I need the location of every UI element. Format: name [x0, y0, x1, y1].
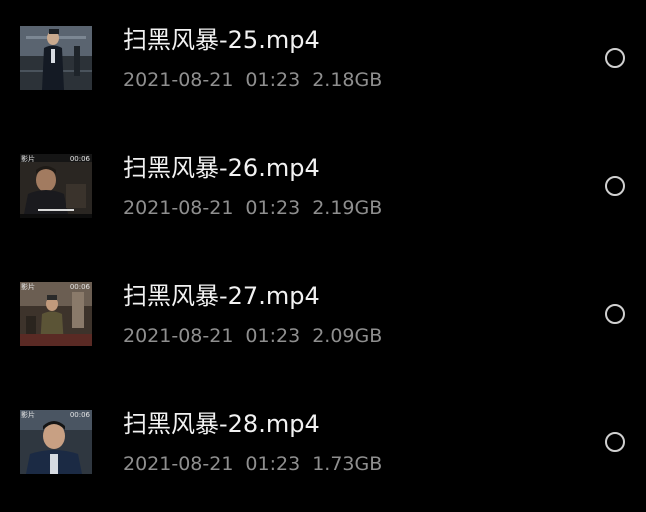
video-thumbnail[interactable]: [20, 26, 92, 90]
file-time: 01:23: [245, 69, 301, 91]
file-date: 2021-08-21: [123, 325, 234, 347]
file-row[interactable]: 影片 00:06 扫黑风暴-28.mp4 2021-08-21 01:23 1.73…: [0, 384, 646, 512]
video-thumbnail-image: [20, 282, 92, 346]
video-thumbnail[interactable]: 影片 00:06: [20, 282, 92, 346]
thumbnail-duration: 00:06: [69, 155, 90, 163]
select-radio-button[interactable]: [605, 48, 625, 68]
select-radio-button[interactable]: [605, 432, 625, 452]
thumbnail-duration: 00:06: [69, 411, 90, 419]
video-thumbnail[interactable]: 影片 00:06: [20, 410, 92, 474]
file-size: 2.19GB: [312, 197, 383, 219]
file-time: 01:23: [245, 325, 301, 347]
thumbnail-tag: 影片: [21, 411, 35, 419]
video-thumbnail-image: [20, 410, 92, 474]
file-name: 扫黑风暴-28.mp4: [123, 410, 320, 438]
video-thumbnail-image: [20, 26, 92, 90]
file-time: 01:23: [245, 453, 301, 475]
video-file-list: 扫黑风暴-25.mp4 2021-08-21 01:23 2.18GB 影片 00:…: [0, 0, 646, 475]
file-time: 01:23: [245, 197, 301, 219]
file-name: 扫黑风暴-27.mp4: [123, 282, 320, 310]
file-row[interactable]: 影片 00:06 扫黑风暴-26.mp4 2021-08-21 01:23 2.19…: [0, 128, 646, 256]
thumbnail-duration: 00:06: [69, 283, 90, 291]
select-radio-button[interactable]: [605, 304, 625, 324]
file-size: 2.18GB: [312, 69, 383, 91]
file-size: 2.09GB: [312, 325, 383, 347]
file-row[interactable]: 影片 00:06 扫黑风暴-27.mp4 2021-08-21 01:23 2.09…: [0, 256, 646, 384]
file-date: 2021-08-21: [123, 197, 234, 219]
select-radio-button[interactable]: [605, 176, 625, 196]
file-size: 1.73GB: [312, 453, 383, 475]
file-meta: 2021-08-21 01:23 1.73GB: [123, 450, 382, 478]
file-name: 扫黑风暴-25.mp4: [123, 26, 320, 54]
file-meta: 2021-08-21 01:23 2.18GB: [123, 66, 382, 94]
file-date: 2021-08-21: [123, 453, 234, 475]
thumbnail-tag: 影片: [21, 155, 35, 163]
thumbnail-tag: 影片: [21, 283, 35, 291]
video-thumbnail-image: [20, 154, 92, 218]
file-date: 2021-08-21: [123, 69, 234, 91]
file-meta: 2021-08-21 01:23 2.19GB: [123, 194, 382, 222]
file-meta: 2021-08-21 01:23 2.09GB: [123, 322, 382, 350]
file-row[interactable]: 扫黑风暴-25.mp4 2021-08-21 01:23 2.18GB: [0, 0, 646, 128]
video-thumbnail[interactable]: 影片 00:06: [20, 154, 92, 218]
file-name: 扫黑风暴-26.mp4: [123, 154, 320, 182]
